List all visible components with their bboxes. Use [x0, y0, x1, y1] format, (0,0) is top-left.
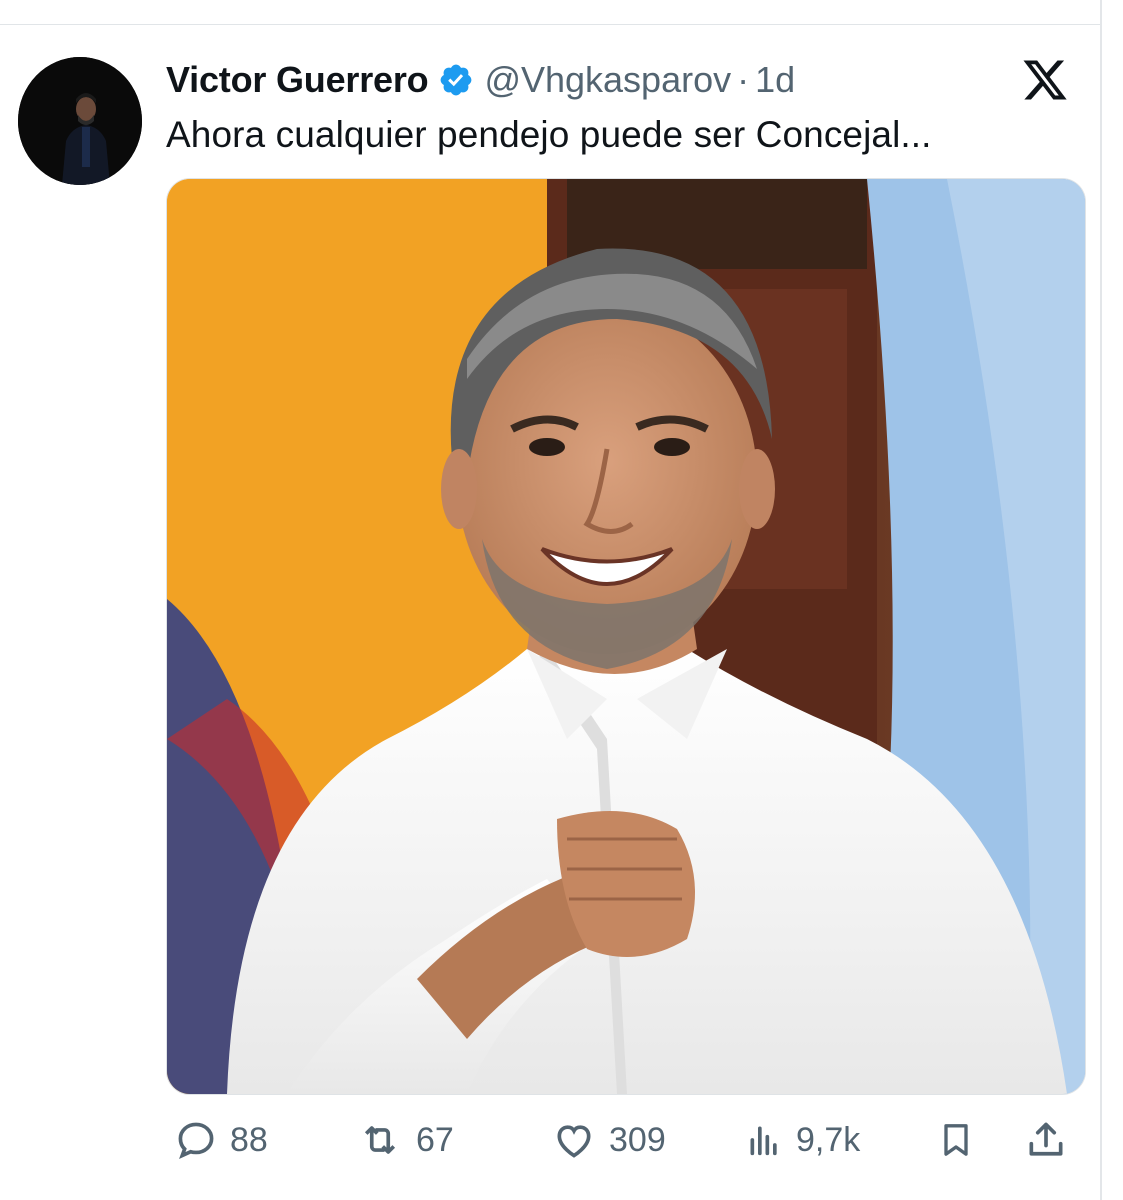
- like-button[interactable]: 309: [551, 1112, 666, 1168]
- views-button[interactable]: 9,7k: [744, 1112, 860, 1168]
- avatar[interactable]: [18, 57, 142, 185]
- right-divider: [1100, 0, 1102, 1200]
- views-icon: [750, 1126, 777, 1156]
- bookmark-button[interactable]: [936, 1112, 976, 1168]
- share-button[interactable]: [1024, 1112, 1068, 1168]
- action-bar: 88 67 309 9,7k: [166, 1112, 1076, 1168]
- reply-icon: [178, 1122, 214, 1160]
- tweet-header: Victor Guerrero @Vhgkasparov · 1d: [166, 56, 795, 104]
- verified-badge-icon: [438, 62, 474, 98]
- reply-count: 88: [230, 1120, 268, 1159]
- x-logo-icon: [1020, 56, 1070, 104]
- like-icon: [557, 1125, 591, 1158]
- reply-button[interactable]: 88: [174, 1112, 268, 1168]
- handle[interactable]: @Vhgkasparov: [484, 59, 731, 101]
- like-count: 309: [609, 1120, 666, 1159]
- views-count: 9,7k: [796, 1120, 861, 1159]
- timestamp[interactable]: 1d: [755, 59, 795, 101]
- tweet-text: Ahora cualquier pendejo puede ser Concej…: [166, 114, 932, 155]
- repost-icon: [364, 1126, 396, 1154]
- tweet-photo[interactable]: [166, 178, 1086, 1095]
- repost-button[interactable]: 67: [356, 1112, 454, 1168]
- bookmark-icon: [944, 1124, 968, 1156]
- tweet-card[interactable]: Victor Guerrero @Vhgkasparov · 1d Ahora …: [0, 0, 1100, 1200]
- display-name[interactable]: Victor Guerrero: [166, 59, 429, 101]
- share-icon: [1029, 1122, 1063, 1156]
- repost-count: 67: [416, 1120, 454, 1159]
- separator-dot: ·: [737, 59, 750, 100]
